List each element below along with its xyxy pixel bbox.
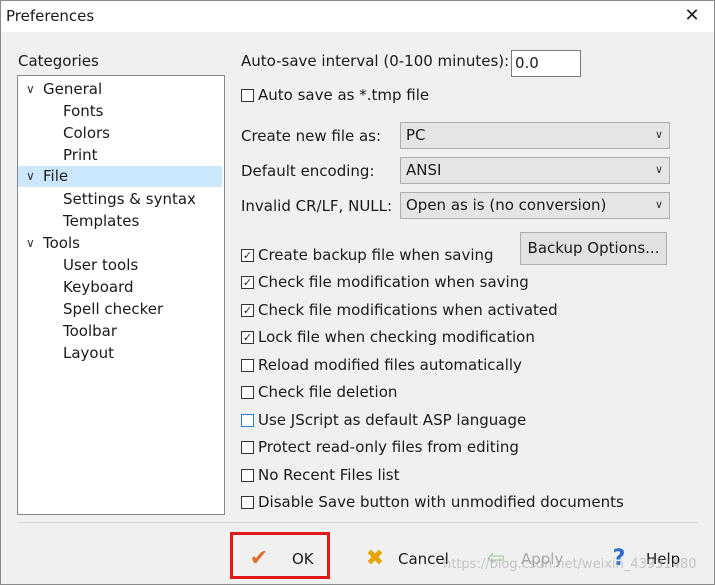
- checkbox-box[interactable]: [241, 469, 254, 482]
- chevron-down-icon: ∨: [654, 163, 663, 176]
- tree-item-spell-checker[interactable]: Spell checker: [63, 299, 163, 320]
- chevron-down-icon[interactable]: ∨: [26, 166, 36, 187]
- tree-item-general[interactable]: ∨ General: [18, 79, 222, 100]
- checkbox-box[interactable]: ✓: [241, 249, 254, 262]
- checkmark-icon: ✔: [249, 546, 269, 571]
- chevron-down-icon[interactable]: ∨: [26, 233, 36, 254]
- checkbox-box[interactable]: ✓: [241, 304, 254, 317]
- tree-item-colors[interactable]: Colors: [63, 123, 110, 144]
- window-title: Preferences: [6, 7, 95, 25]
- checkbox-box[interactable]: [241, 414, 254, 427]
- title-bar: Preferences ✕: [1, 1, 714, 32]
- categories-tree[interactable]: ∨ General Fonts Colors Print ∨ File Sett…: [17, 75, 225, 515]
- x-icon: ✖: [365, 546, 385, 571]
- checkbox-box[interactable]: [241, 386, 254, 399]
- create-new-label: Create new file as:: [241, 127, 382, 145]
- checkbox-box[interactable]: ✓: [241, 331, 254, 344]
- tree-item-tools[interactable]: ∨ Tools: [18, 233, 222, 254]
- checkbox-box[interactable]: [241, 359, 254, 372]
- tree-item-templates[interactable]: Templates: [63, 211, 139, 232]
- autosave-label: Auto-save interval (0-100 minutes):: [241, 52, 510, 70]
- tree-item-fonts[interactable]: Fonts: [63, 101, 103, 122]
- tree-item-settings-syntax[interactable]: Settings & syntax: [63, 189, 196, 210]
- tree-item-keyboard[interactable]: Keyboard: [63, 277, 134, 298]
- footer-separator: [17, 522, 698, 523]
- encoding-label: Default encoding:: [241, 162, 375, 180]
- encoding-select[interactable]: ANSI ∨: [400, 157, 670, 184]
- checkbox-box[interactable]: [241, 89, 254, 102]
- tree-item-layout[interactable]: Layout: [63, 343, 114, 364]
- tree-item-file[interactable]: ∨ File: [18, 166, 222, 187]
- create-new-select[interactable]: PC ∨: [400, 122, 670, 149]
- checkbox-box[interactable]: [241, 496, 254, 509]
- close-icon[interactable]: ✕: [678, 4, 706, 28]
- tree-item-toolbar[interactable]: Toolbar: [63, 321, 117, 342]
- chevron-down-icon[interactable]: ∨: [26, 79, 36, 100]
- tree-item-print[interactable]: Print: [63, 145, 98, 166]
- preferences-dialog: Preferences ✕ Categories ∨ General Fonts…: [0, 0, 715, 585]
- invalid-crlf-select[interactable]: Open as is (no conversion) ∨: [400, 192, 670, 219]
- checkbox-box[interactable]: ✓: [241, 276, 254, 289]
- tree-item-user-tools[interactable]: User tools: [63, 255, 138, 276]
- autosave-input[interactable]: 0.0: [511, 50, 581, 77]
- watermark: https://blog.csdn.net/weixin_43931480: [443, 557, 697, 572]
- categories-label: Categories: [18, 52, 99, 70]
- chevron-down-icon: ∨: [654, 198, 663, 211]
- backup-options-button[interactable]: Backup Options...: [520, 232, 667, 265]
- checkbox-box[interactable]: [241, 441, 254, 454]
- chevron-down-icon: ∨: [654, 128, 663, 141]
- invalid-crlf-label: Invalid CR/LF, NULL:: [241, 197, 393, 215]
